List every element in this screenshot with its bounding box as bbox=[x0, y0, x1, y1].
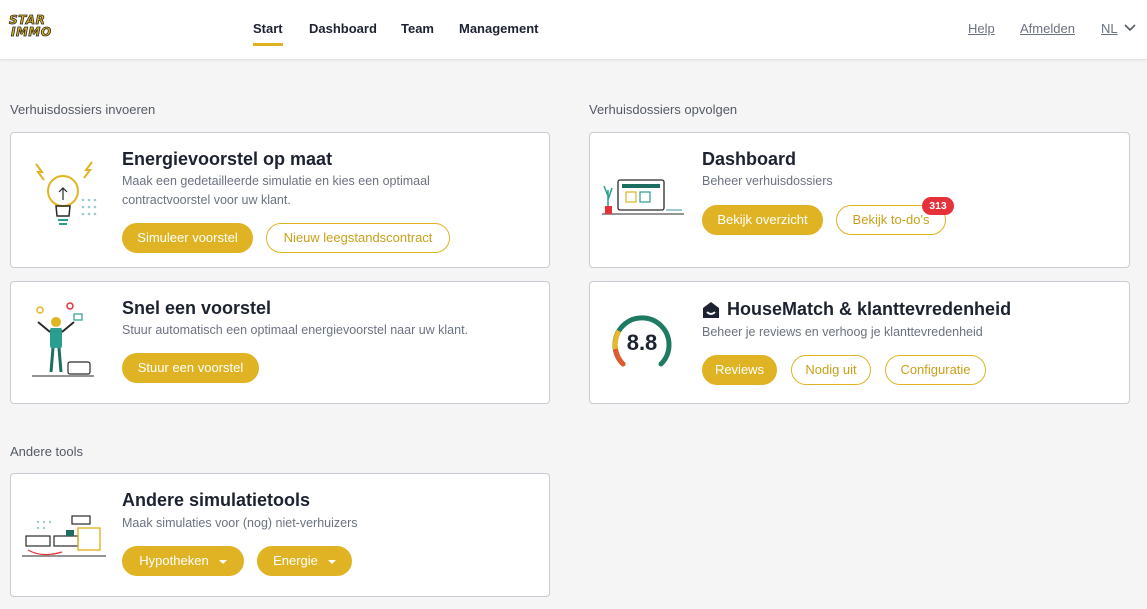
nav-team[interactable]: Team bbox=[401, 21, 434, 36]
caret-down-icon bbox=[218, 559, 227, 564]
card-desc-housematch: Beheer je reviews en verhoog je klanttev… bbox=[702, 325, 983, 339]
energy-dropdown-label: Energie bbox=[273, 553, 318, 568]
new-vacancy-contract-button[interactable]: Nieuw leegstandscontract bbox=[266, 223, 450, 253]
card-title-simulatietools: Andere simulatietools bbox=[122, 490, 311, 510]
star-immo-logo[interactable]: STAR IMMO bbox=[9, 14, 57, 42]
card-title-dashboard: Dashboard bbox=[702, 149, 797, 169]
card-desc-snel-voorstel: Stuur automatisch een optimaal energievo… bbox=[122, 323, 469, 337]
laptop-dashboard-illustration-icon bbox=[602, 179, 684, 215]
energy-dropdown-button[interactable]: Energie bbox=[257, 546, 352, 576]
view-overview-button[interactable]: Bekijk overzicht bbox=[702, 205, 823, 235]
todo-count-badge: 313 bbox=[922, 197, 954, 215]
logout-link[interactable]: Afmelden bbox=[1020, 21, 1075, 36]
top-navigation-bar: STAR IMMO Start Dashboard Team Managemen… bbox=[0, 0, 1147, 60]
card-title-energievoorstel: Energievoorstel op maat bbox=[122, 149, 333, 169]
lightbulb-illustration-icon bbox=[35, 161, 97, 225]
simulate-proposal-button[interactable]: Simuleer voorstel bbox=[122, 223, 253, 253]
reviews-button[interactable]: Reviews bbox=[702, 355, 777, 385]
mortgage-dropdown-label: Hypotheken bbox=[139, 553, 209, 568]
calculator-illustration-icon bbox=[22, 515, 106, 557]
nav-management[interactable]: Management bbox=[459, 21, 538, 36]
send-proposal-button[interactable]: Stuur een voorstel bbox=[122, 353, 259, 383]
logo-line-2: IMMO bbox=[11, 25, 52, 39]
section-title-andere-tools: Andere tools bbox=[10, 444, 83, 459]
section-title-invoeren: Verhuisdossiers invoeren bbox=[10, 102, 156, 117]
card-desc-energievoorstel-1: Maak een gedetailleerde simulatie en kie… bbox=[122, 174, 430, 188]
card-title-housematch: HouseMatch & klanttevredenheid bbox=[727, 299, 1012, 319]
card-desc-dashboard: Beheer verhuisdossiers bbox=[702, 174, 833, 188]
help-link[interactable]: Help bbox=[968, 21, 995, 36]
card-desc-simulatietools: Maak simulaties voor (nog) niet-verhuize… bbox=[122, 516, 358, 530]
invite-button[interactable]: Nodig uit bbox=[791, 355, 871, 385]
nav-dashboard[interactable]: Dashboard bbox=[309, 21, 377, 36]
section-title-opvolgen: Verhuisdossiers opvolgen bbox=[589, 102, 738, 117]
language-selector[interactable]: NL bbox=[1101, 21, 1118, 36]
nav-start[interactable]: Start bbox=[253, 21, 283, 46]
card-desc-energievoorstel-2: contractvoorstel voor uw klant. bbox=[122, 193, 291, 207]
chevron-down-icon[interactable] bbox=[1124, 24, 1136, 32]
configuration-button[interactable]: Configuratie bbox=[885, 355, 986, 385]
house-icon bbox=[703, 302, 719, 318]
caret-down-icon bbox=[327, 559, 336, 564]
satisfaction-score: 8.8 bbox=[626, 330, 658, 355]
card-title-snel-voorstel: Snel een voorstel bbox=[122, 298, 272, 318]
person-juggling-illustration-icon bbox=[32, 302, 94, 377]
mortgage-dropdown-button[interactable]: Hypotheken bbox=[122, 546, 244, 576]
